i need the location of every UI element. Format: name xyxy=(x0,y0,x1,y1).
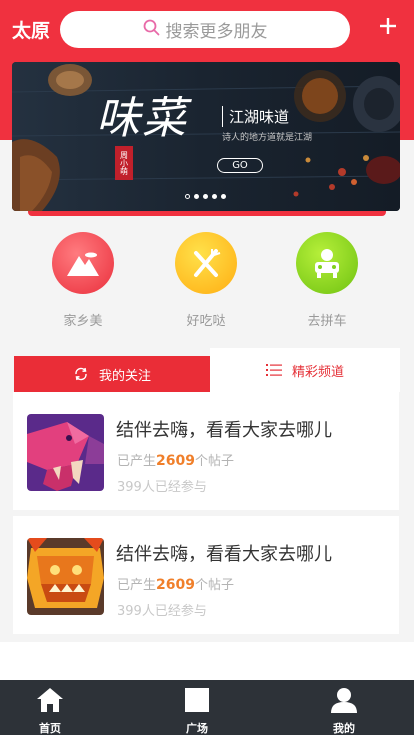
search-icon xyxy=(143,19,160,40)
channel-tabs: 我的关注 精彩频道 xyxy=(14,348,400,392)
post-count-number: 2609 xyxy=(156,453,195,469)
pagination-dot[interactable] xyxy=(185,194,190,199)
banner-pagination xyxy=(185,194,226,199)
fork-knife-icon xyxy=(175,232,237,294)
home-icon xyxy=(20,686,80,714)
category-label: 家乡美 xyxy=(63,314,103,329)
monster-thumbnail xyxy=(27,538,104,615)
search-bar[interactable]: 搜索更多朋友 xyxy=(60,11,350,48)
search-placeholder: 搜索更多朋友 xyxy=(165,22,268,42)
channel-card[interactable]: 结伴去嗨，看看大家去哪儿 已产生2609个帖子 399人已经参与 xyxy=(13,516,399,634)
card-post-count: 已产生2609个帖子 xyxy=(117,453,234,469)
category-grid: 家乡美 好吃哒 去拼车 xyxy=(0,232,414,332)
dinosaur-thumbnail xyxy=(27,414,104,491)
pagination-dot[interactable] xyxy=(212,194,217,199)
tab-label: 我的关注 xyxy=(98,368,151,384)
mountain-icon xyxy=(52,232,114,294)
category-label: 去拼车 xyxy=(307,314,347,329)
pagination-dot[interactable] xyxy=(203,194,208,199)
card-title: 结伴去嗨，看看大家去哪儿 xyxy=(116,420,332,441)
banner-seal: 周小萌 xyxy=(115,146,133,180)
refresh-icon xyxy=(73,366,89,382)
post-count-number: 2609 xyxy=(156,577,195,593)
banner-go-button[interactable]: GO xyxy=(217,158,263,173)
category-hometown[interactable]: 家乡美 xyxy=(43,232,123,329)
tab-featured[interactable]: 精彩频道 xyxy=(210,348,400,392)
nav-label: 广场 xyxy=(186,722,208,735)
add-icon[interactable] xyxy=(376,13,400,41)
city-selector[interactable]: 太原 xyxy=(12,16,50,43)
channel-card[interactable]: 结伴去嗨，看看大家去哪儿 已产生2609个帖子 399人已经参与 xyxy=(13,392,399,510)
banner-title: 味菜 xyxy=(96,93,188,144)
card-title: 结伴去嗨，看看大家去哪儿 xyxy=(116,544,332,565)
user-icon xyxy=(314,686,374,714)
list-icon xyxy=(265,363,282,377)
promo-banner[interactable]: 味菜 周小萌 江湖味道 诗人的地方道就是江湖 GO xyxy=(12,62,400,211)
banner-background xyxy=(12,62,400,211)
nav-label: 首页 xyxy=(39,722,61,735)
card-participants: 399人已经参与 xyxy=(117,480,207,495)
content-footer-spacer xyxy=(0,642,414,680)
banner-tagline: 诗人的地方道就是江湖 xyxy=(222,133,313,143)
nav-home[interactable]: 首页 xyxy=(20,686,80,735)
card-participants: 399人已经参与 xyxy=(117,604,207,619)
category-carpool[interactable]: 去拼车 xyxy=(287,232,367,329)
bottom-navigation: 首页 广场 我的 xyxy=(0,680,414,735)
square-icon xyxy=(167,686,227,714)
nav-square[interactable]: 广场 xyxy=(167,686,227,735)
pagination-dot[interactable] xyxy=(194,194,199,199)
tab-following[interactable]: 我的关注 xyxy=(14,356,210,392)
category-label: 好吃哒 xyxy=(186,314,226,329)
top-bar: 太原 搜索更多朋友 xyxy=(0,0,414,60)
category-food[interactable]: 好吃哒 xyxy=(166,232,246,329)
banner-subtitle: 江湖味道 xyxy=(222,106,289,127)
tab-label: 精彩频道 xyxy=(291,364,344,380)
car-icon xyxy=(296,232,358,294)
pagination-dot[interactable] xyxy=(221,194,226,199)
nav-mine[interactable]: 我的 xyxy=(314,686,374,735)
nav-label: 我的 xyxy=(333,722,355,735)
card-post-count: 已产生2609个帖子 xyxy=(117,577,234,593)
